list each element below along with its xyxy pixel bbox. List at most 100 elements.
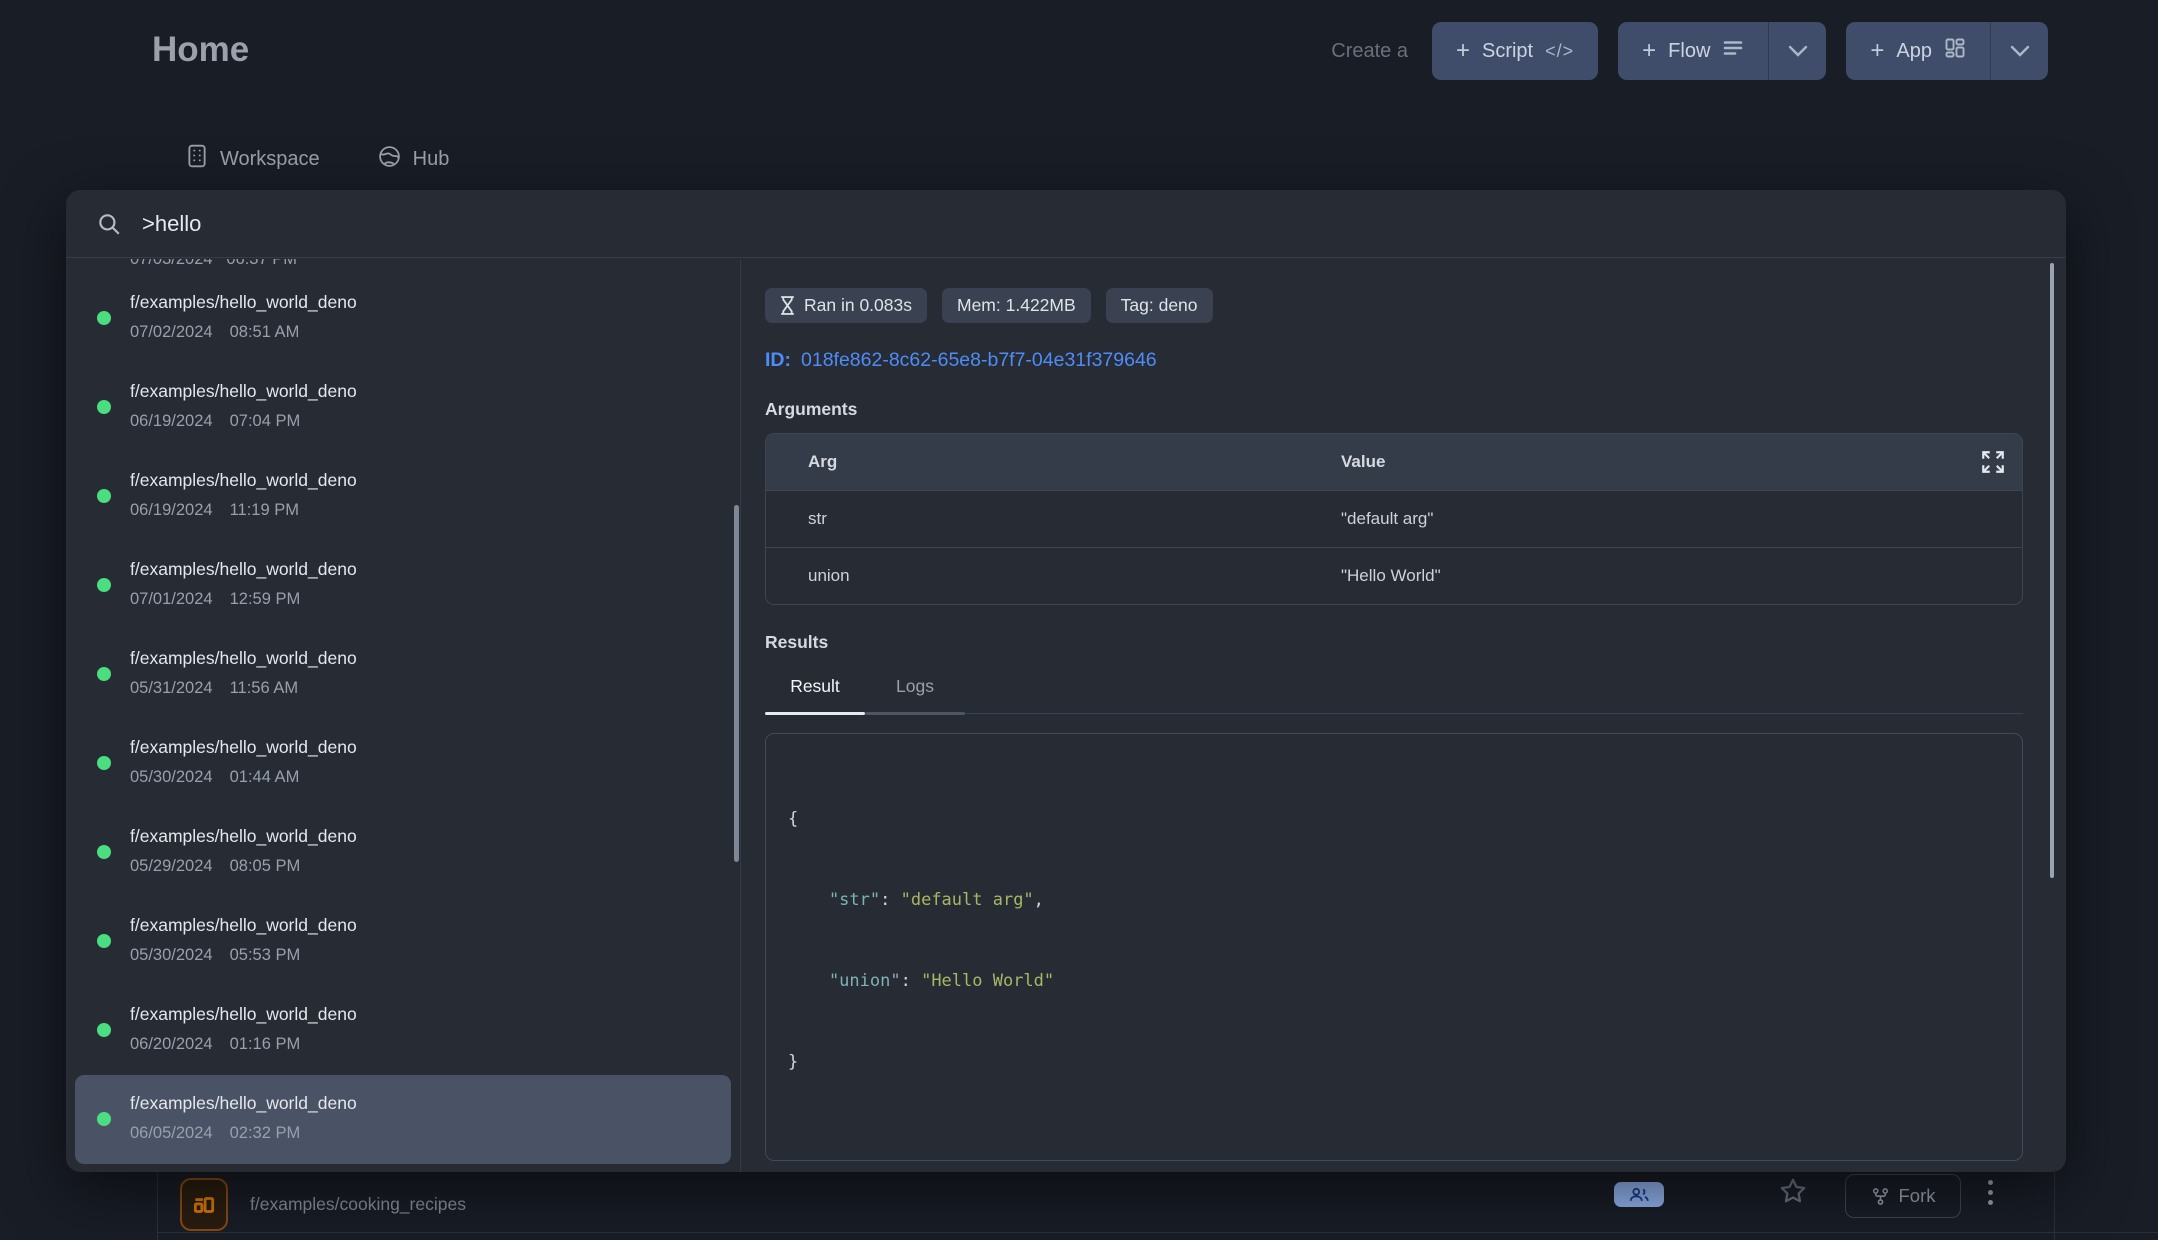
run-date: 06/05/2024 [130, 1124, 213, 1143]
run-path: f/examples/hello_world_deno [130, 1093, 731, 1114]
run-list-item[interactable]: f/examples/hello_world_deno 05/30/202405… [66, 897, 740, 986]
results-tabs: Result Logs [765, 668, 2023, 715]
users-badge[interactable] [1614, 1182, 1664, 1207]
plus-icon: + [1642, 39, 1656, 63]
success-dot-icon [97, 845, 111, 859]
plus-icon: + [1456, 39, 1470, 63]
run-time: 02:32 PM [230, 1124, 301, 1143]
page-title: Home [152, 30, 249, 70]
globe-icon [378, 145, 401, 174]
chevron-down-icon [1788, 45, 1808, 57]
run-time: 11:56 AM [230, 679, 299, 698]
create-app-dropdown-button[interactable] [1990, 22, 2048, 80]
run-path: f/examples/hello_world_deno [130, 737, 740, 758]
run-path: f/examples/hello_world_deno [130, 381, 740, 402]
arg-value: "default arg" [1341, 509, 1433, 529]
building-icon [186, 144, 208, 174]
create-flow-button[interactable]: + Flow [1618, 22, 1768, 80]
run-time: 05:53 PM [230, 946, 301, 965]
run-path: f/examples/hello_world_deno [130, 915, 740, 936]
result-json-viewer: { "str": "default arg", "union": "Hello … [765, 733, 2023, 1161]
flow-bars-icon [1722, 38, 1744, 64]
active-tab-underline [765, 712, 865, 715]
tab-result[interactable]: Result [765, 668, 865, 697]
json-line: "union": "Hello World" [788, 968, 2000, 995]
app-grid-icon [180, 1178, 228, 1231]
run-list-item[interactable]: f/examples/hello_world_deno 06/19/202411… [66, 452, 740, 541]
background-item-path: f/examples/cooking_recipes [250, 1194, 466, 1215]
run-time: 12:59 PM [230, 590, 301, 609]
run-list-item[interactable]: f/examples/hello_world_deno 07/01/2024 12… [66, 541, 740, 630]
success-dot-icon [97, 667, 111, 681]
tag-badge: Tag: deno [1106, 288, 1213, 323]
workspace-hub-tabs: Workspace Hub [186, 144, 449, 174]
json-line: { [788, 806, 2000, 833]
kebab-menu-icon[interactable] [1988, 1180, 1993, 1205]
arguments-table: Arg Value str "def [765, 433, 2023, 605]
tab-hub[interactable]: Hub [378, 145, 450, 174]
run-time: 11:19 PM [230, 501, 299, 520]
expand-icon[interactable] [1980, 449, 2006, 475]
success-dot-icon [97, 400, 111, 414]
fork-button[interactable]: Fork [1845, 1174, 1961, 1218]
run-list: 07/03/2024 06:37 PM f/examples/hello_wor… [66, 259, 741, 1172]
run-list-scrollbar[interactable] [734, 505, 739, 862]
run-date: 05/29/2024 [130, 857, 213, 876]
arg-value: "Hello World" [1341, 566, 1441, 586]
tab-workspace[interactable]: Workspace [186, 144, 320, 174]
search-input[interactable] [142, 211, 2036, 237]
arguments-title: Arguments [765, 399, 2066, 420]
arguments-table-header: Arg Value [766, 434, 2022, 490]
success-dot-icon [97, 756, 111, 770]
chevron-down-icon [2010, 45, 2030, 57]
run-list-item[interactable]: f/examples/hello_world_deno 05/30/202401… [66, 719, 740, 808]
run-time: 01:16 PM [230, 1035, 301, 1054]
run-time: 08:51 AM [230, 323, 300, 342]
detail-panel-scrollbar[interactable] [2050, 263, 2054, 878]
fork-label: Fork [1899, 1185, 1936, 1207]
create-flow-label: Flow [1668, 40, 1710, 63]
run-date: 07/01/2024 [130, 590, 213, 609]
code-icon: </> [1545, 41, 1574, 62]
search-bar [66, 190, 2066, 258]
run-list-item-selected[interactable]: f/examples/hello_world_deno 06/05/2024 02… [75, 1075, 731, 1164]
run-list-item[interactable]: f/examples/hello_world_deno 06/19/202407… [66, 363, 740, 452]
create-script-group: + Script </> [1432, 22, 1598, 80]
run-path: f/examples/hello_world_deno [130, 292, 740, 313]
run-time: 08:05 PM [230, 857, 301, 876]
run-list-item[interactable]: f/examples/hello_world_deno 05/31/202411… [66, 630, 740, 719]
json-line: } [788, 1049, 2000, 1076]
command-palette-modal: 07/03/2024 06:37 PM f/examples/hello_wor… [66, 190, 2066, 1172]
bg-table-border [2054, 1172, 2055, 1240]
run-date: 07/02/2024 [130, 323, 213, 342]
create-app-label: App [1896, 40, 1932, 63]
run-list-item[interactable]: f/examples/hello_world_deno 06/20/202401… [66, 986, 740, 1075]
column-value: Value [1341, 452, 1385, 472]
run-item-clipped[interactable]: 07/03/2024 06:37 PM [66, 259, 740, 274]
create-script-button[interactable]: + Script </> [1432, 22, 1598, 80]
success-dot-icon [97, 489, 111, 503]
tab-hub-label: Hub [413, 148, 450, 171]
bg-row-divider [157, 1232, 2158, 1233]
results-title: Results [765, 632, 2066, 653]
run-time: 07:04 PM [230, 412, 301, 431]
column-arg: Arg [766, 452, 1341, 472]
run-path: f/examples/hello_world_deno [130, 559, 740, 580]
run-detail-panel: Ran in 0.083s Mem: 1.422MB Tag: deno ID:… [741, 259, 2066, 1172]
run-list-item[interactable]: f/examples/hello_world_deno 07/02/2024 08… [66, 274, 740, 363]
star-icon[interactable] [1778, 1176, 1808, 1211]
arg-name: union [766, 566, 1341, 586]
create-flow-group: + Flow [1618, 22, 1826, 80]
tab-logs[interactable]: Logs [865, 668, 965, 697]
modal-body: 07/03/2024 06:37 PM f/examples/hello_wor… [66, 259, 2066, 1172]
tab-workspace-label: Workspace [220, 148, 320, 171]
success-dot-icon [97, 1112, 111, 1126]
arg-name: str [766, 509, 1341, 529]
success-dot-icon [97, 578, 111, 592]
run-list-item[interactable]: f/examples/hello_world_deno 05/29/202408… [66, 808, 740, 897]
create-flow-dropdown-button[interactable] [1768, 22, 1826, 80]
run-id-value[interactable]: 018fe862-8c62-65e8-b7f7-04e31f379646 [801, 349, 1157, 372]
bg-table-border [157, 1172, 158, 1240]
run-date: 05/30/2024 [130, 768, 213, 787]
create-app-button[interactable]: + App [1846, 22, 1990, 80]
